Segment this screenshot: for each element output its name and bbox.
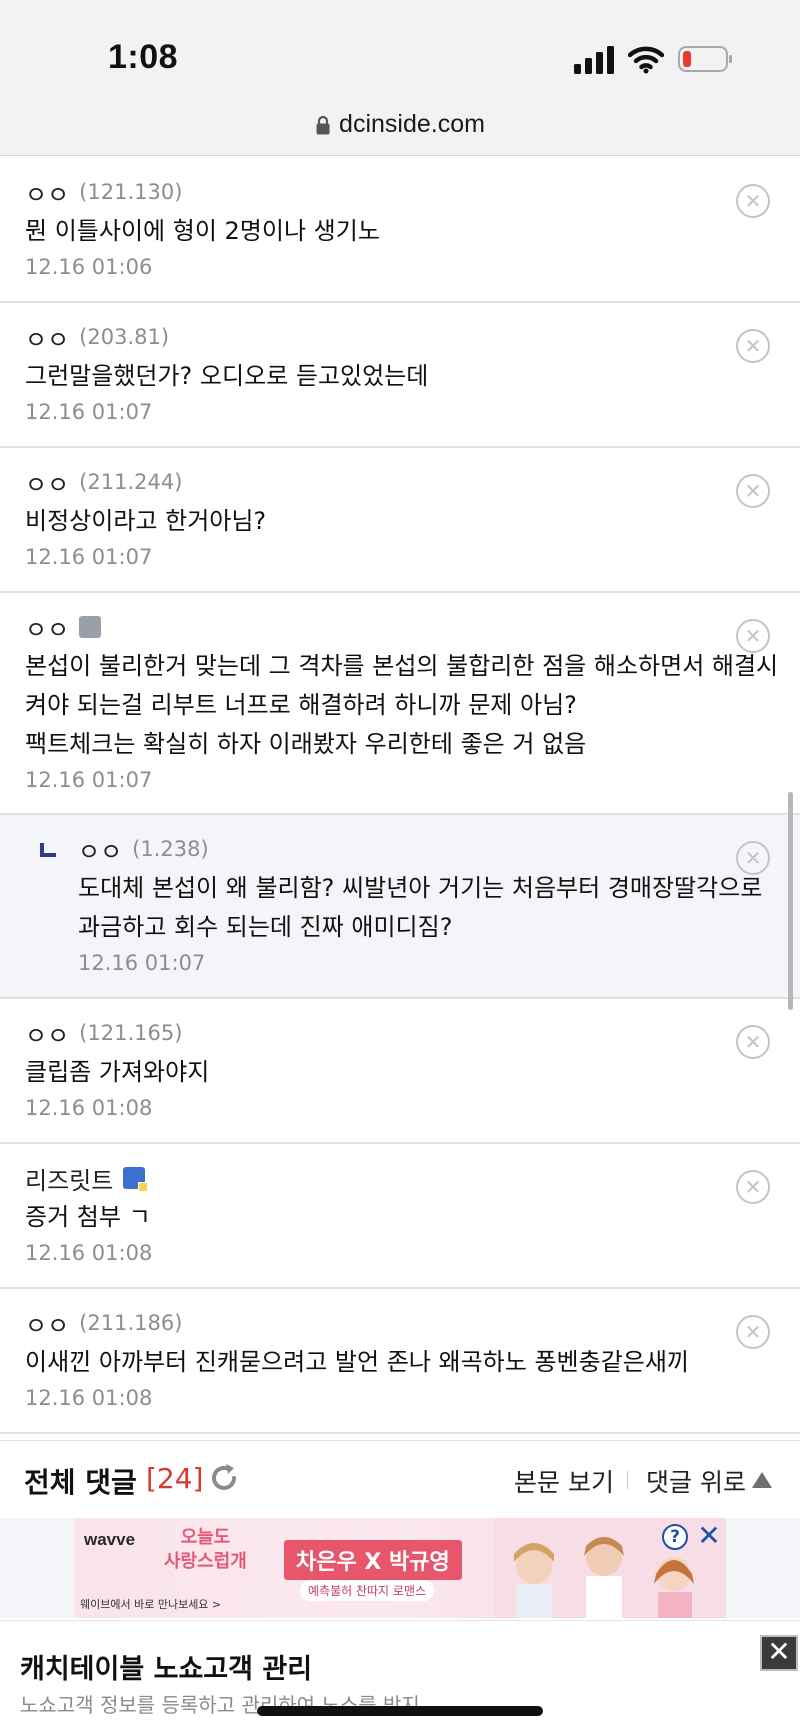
comment-item: ㅇㅇ 본섭이 불리한거 맞는데 그 격차를 본섭의 불합리한 점을 해소하면서 … [0, 593, 800, 815]
comment-total-bar: 전체 댓글 [24] 본문 보기 댓글 위로 [0, 1440, 800, 1518]
comment-item: ㅇㅇ (211.244) 비정상이라고 한거아님? 12.16 01:07 ✕ [0, 448, 800, 593]
gallog-icon[interactable] [123, 1167, 149, 1192]
scrollbar[interactable] [788, 792, 793, 1010]
comment-ip: (1.238) [132, 837, 209, 861]
bottom-ad-title: 캐치테이블 노쇼고객 관리 [20, 1654, 313, 1685]
cellular-signal-icon [574, 46, 614, 74]
comment-total-count: [24] [146, 1462, 204, 1495]
close-icon: ✕ [744, 479, 762, 503]
comment-ip: (203.81) [79, 325, 170, 349]
delete-comment-button[interactable]: ✕ [736, 1315, 770, 1349]
comment-item: ㅇㅇ (203.81) 그런말을했던가? 오디오로 듣고있었는데 12.16 0… [0, 303, 800, 448]
view-post-link[interactable]: 본문 보기 [514, 1463, 614, 1499]
status-bar: 1:08 [0, 0, 800, 100]
ad-close-button[interactable]: ✕ [696, 1522, 722, 1550]
close-icon: ✕ [744, 624, 762, 648]
comment-total-title: 전체 댓글 [24, 1466, 137, 1499]
comment-nickname[interactable]: 리즈릿트 [25, 1161, 113, 1196]
comment-ip: (121.130) [79, 180, 183, 204]
ad-info-icon[interactable]: ? [662, 1524, 688, 1550]
comment-text: 비정상이라고 한거아님? [25, 507, 267, 535]
ad-banner[interactable]: wavve 오늘도 사랑스럽개 차은우 X 박규영 예측불허 찬따지 로맨스 웨… [74, 1518, 726, 1618]
ad-tagline-line1: 오늘도 [180, 1527, 231, 1548]
ad-tagline: 오늘도 사랑스럽개 [164, 1526, 247, 1574]
delete-comment-button[interactable]: ✕ [736, 1170, 770, 1204]
comment-date: 12.16 01:07 [25, 400, 153, 424]
comment-nickname[interactable]: ㅇㅇ [25, 465, 69, 500]
close-icon: ✕ [744, 334, 762, 358]
comment-text: 그런말을했던가? 오디오로 듣고있었는데 [25, 362, 429, 390]
ad-illustration [494, 1518, 726, 1618]
refresh-icon[interactable] [208, 1462, 240, 1494]
delete-comment-button[interactable]: ✕ [736, 1025, 770, 1059]
home-indicator [257, 1706, 543, 1716]
comment-item: 리즈릿트 증거 첨부 ㄱ 12.16 01:08 ✕ [0, 1144, 800, 1289]
bottom-ad-close-button[interactable]: ✕ [760, 1635, 798, 1671]
comment-ip: (211.186) [79, 1311, 183, 1335]
comment-nickname[interactable]: ㅇㅇ [25, 610, 69, 645]
comment-text: 본섭이 불리한거 맞는데 그 격차를 본섭의 불합리한 점을 해소하면서 해결시… [25, 652, 779, 719]
reply-item: ㅇㅇ (1.238) 도대체 본섭이 왜 불리함? 씨발년아 거기는 처음부터 … [0, 815, 800, 999]
url-text: dcinside.com [339, 110, 485, 138]
close-icon: ✕ [744, 1175, 762, 1199]
ad-subtitle: 예측불허 찬따지 로맨스 [300, 1580, 435, 1601]
comment-date: 12.16 01:08 [25, 1241, 153, 1265]
close-icon: ✕ [744, 1320, 762, 1344]
comment-nickname[interactable]: ㅇㅇ [25, 1016, 69, 1051]
gallog-icon[interactable] [79, 616, 102, 638]
ad-footnote: 웨이브에서 바로 만나보세요 > [80, 1598, 222, 1611]
address-bar[interactable]: dcinside.com [0, 100, 800, 156]
comment-nickname[interactable]: ㅇㅇ [25, 1306, 69, 1341]
arrow-up-icon[interactable] [752, 1472, 772, 1488]
delete-comment-button[interactable]: ✕ [736, 184, 770, 218]
lock-icon [316, 115, 330, 134]
status-time: 1:08 [108, 38, 179, 76]
delete-comment-button[interactable]: ✕ [736, 619, 770, 653]
delete-comment-button[interactable]: ✕ [736, 841, 770, 875]
comment-item: ㅇㅇ (121.165) 클립좀 가져와야지 12.16 01:08 ✕ [0, 999, 800, 1144]
comment-nickname[interactable]: ㅇㅇ [25, 175, 69, 210]
comment-text: 도대체 본섭이 왜 불리함? 씨발년아 거기는 처음부터 경매장딸각으로 과금하… [78, 874, 763, 941]
comment-text-line: 팩트체크는 확실히 하자 이래봤자 우리한테 좋은 거 없음 [25, 730, 587, 758]
comment-text: 이새낀 아까부터 진캐묻으려고 발언 존나 왜곡하노 퐁벤충같은새끼 [25, 1348, 690, 1376]
comment-date: 12.16 01:08 [25, 1096, 153, 1120]
divider [627, 1471, 628, 1489]
delete-comment-button[interactable]: ✕ [736, 474, 770, 508]
bottom-ad[interactable]: 캐치테이블 노쇼고객 관리 노쇼고객 정보를 등록하고 관리하여 노쇼를 방지.… [0, 1620, 800, 1734]
comment-date: 12.16 01:07 [25, 768, 153, 792]
close-icon: ✕ [744, 1030, 762, 1054]
comment-date: 12.16 01:08 [25, 1386, 153, 1410]
comment-text: 클립좀 가져와야지 [25, 1058, 210, 1086]
comment-nickname[interactable]: ㅇㅇ [78, 832, 122, 867]
ad-cast-label: 차은우 X 박규영 [284, 1540, 462, 1580]
comment-nickname[interactable]: ㅇㅇ [25, 320, 69, 355]
comment-text: 증거 첨부 ㄱ [25, 1203, 151, 1231]
battery-low-icon [678, 46, 732, 72]
ad-brand-logo: wavve [84, 1530, 136, 1549]
comments-top-link[interactable]: 댓글 위로 [646, 1463, 746, 1499]
comment-ip: (121.165) [79, 1021, 183, 1045]
reply-arrow-icon [40, 843, 56, 857]
comment-item: ㅇㅇ (211.186) 이새낀 아까부터 진캐묻으려고 발언 존나 왜곡하노 … [0, 1289, 800, 1434]
close-icon: ✕ [744, 189, 762, 213]
comment-list: ㅇㅇ (121.130) 뭔 이틀사이에 형이 2명이나 생기노 12.16 0… [0, 158, 800, 1434]
comment-date: 12.16 01:06 [25, 255, 153, 279]
comment-ip: (211.244) [79, 470, 183, 494]
ad-area: wavve 오늘도 사랑스럽개 차은우 X 박규영 예측불허 찬따지 로맨스 웨… [0, 1518, 800, 1618]
comment-text: 뭔 이틀사이에 형이 2명이나 생기노 [25, 217, 380, 245]
close-icon: ✕ [744, 846, 762, 870]
comment-date: 12.16 01:07 [78, 951, 206, 975]
comment-item: ㅇㅇ (121.130) 뭔 이틀사이에 형이 2명이나 생기노 12.16 0… [0, 158, 800, 303]
ad-tagline-line2: 사랑스럽개 [164, 1551, 247, 1572]
delete-comment-button[interactable]: ✕ [736, 329, 770, 363]
comment-date: 12.16 01:07 [25, 545, 153, 569]
wifi-icon [628, 46, 664, 74]
